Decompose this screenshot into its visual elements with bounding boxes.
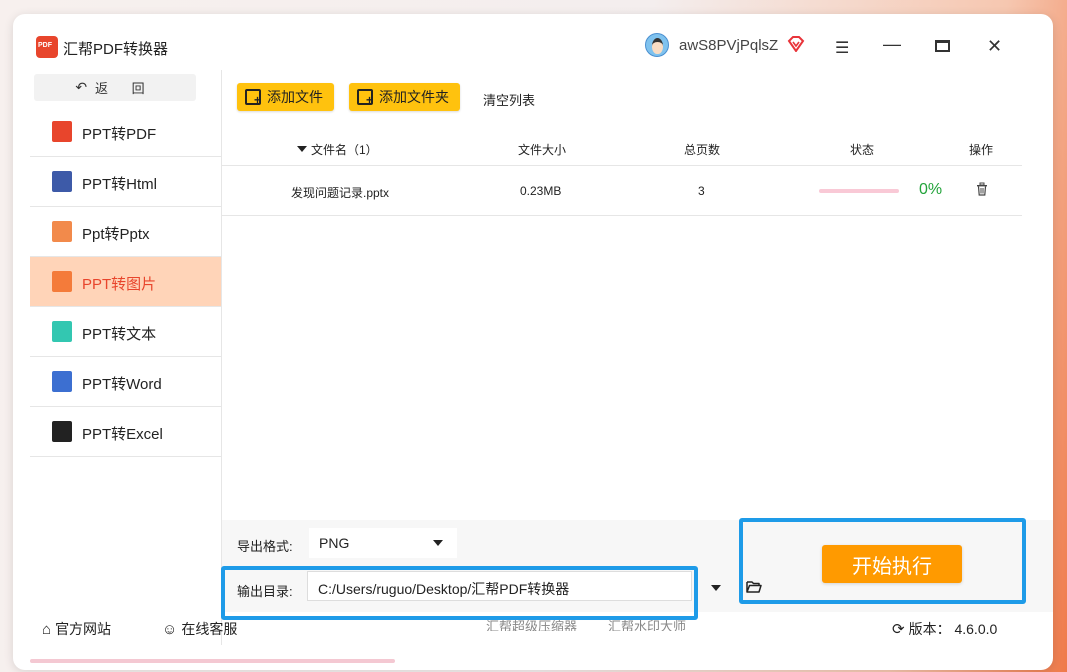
format-select[interactable]: PNG <box>309 528 457 558</box>
headset-icon: ☺ <box>162 620 178 638</box>
word-icon <box>52 371 72 392</box>
clear-list-button[interactable]: 清空列表 <box>483 90 535 109</box>
customer-service-link[interactable]: ☺ 在线客服 <box>162 619 237 639</box>
sidebar-item-label: PPT转文本 <box>82 326 157 343</box>
trash-icon[interactable] <box>976 182 988 196</box>
gif-icon <box>52 421 72 442</box>
sidebar-item-label: Ppt转Pptx <box>82 226 150 243</box>
app-window: PDF 汇帮PDF转换器 awS8PVjPqlsZ ☰ — ✕ ↶ 返 回 PP… <box>13 14 1053 670</box>
page-count: 3 <box>698 184 705 198</box>
header-name[interactable]: 文件名（1） <box>297 141 378 158</box>
output-dir-highlight <box>221 566 698 620</box>
sidebar-item-0[interactable]: PPT转PDF <box>30 107 221 157</box>
website-link[interactable]: ⌂ 官方网站 <box>42 619 111 639</box>
text-icon <box>52 321 72 342</box>
title-bar: PDF 汇帮PDF转换器 awS8PVjPqlsZ ☰ — ✕ <box>13 14 1053 70</box>
horizontal-scrollbar[interactable] <box>30 659 395 663</box>
html-icon <box>52 171 72 192</box>
hamburger-menu-icon[interactable]: ☰ <box>835 38 849 58</box>
chevron-down-icon <box>433 540 443 546</box>
sidebar-item-label: PPT转Html <box>82 176 158 193</box>
progress-percent: 0% <box>919 181 943 198</box>
username[interactable]: awS8PVjPqlsZ <box>679 37 778 54</box>
add-folder-button[interactable]: 添加文件夹 <box>349 83 460 111</box>
header-status: 状态 <box>850 143 875 157</box>
back-button[interactable]: ↶ 返 回 <box>34 74 196 101</box>
add-file-icon <box>245 89 261 107</box>
version-info[interactable]: ⟳ 版本： 4.6.0.0 <box>892 619 997 639</box>
minimize-icon[interactable]: — <box>883 34 901 55</box>
start-button[interactable]: 开始执行 <box>822 545 962 583</box>
sidebar-item-label: PPT转图片 <box>82 276 157 293</box>
pdf-icon <box>52 121 72 142</box>
sidebar-item-label: PPT转Excel <box>82 426 163 443</box>
sidebar-item-label: PPT转PDF <box>82 126 157 143</box>
watermark-link[interactable]: 汇帮水印大师 <box>608 619 686 631</box>
sidebar-item-label: PPT转Word <box>82 376 162 393</box>
user-avatar[interactable] <box>645 33 669 57</box>
add-folder-label: 添加文件夹 <box>379 89 449 105</box>
image-icon <box>52 271 72 292</box>
sidebar-item-1[interactable]: PPT转Html <box>30 157 221 207</box>
back-arrow-icon: ↶ <box>75 79 88 95</box>
sidebar-item-4[interactable]: PPT转文本 <box>30 307 221 357</box>
close-icon[interactable]: ✕ <box>987 36 1002 57</box>
sidebar-item-5[interactable]: PPT转Word <box>30 357 221 407</box>
format-label: 导出格式: <box>237 539 293 554</box>
dir-dropdown-icon[interactable] <box>711 585 721 591</box>
file-size: 0.23MB <box>520 184 562 198</box>
progress-bar <box>819 189 899 193</box>
header-size: 文件大小 <box>518 143 567 157</box>
back-label: 返 回 <box>95 81 155 96</box>
pptx-icon <box>52 221 72 242</box>
refresh-icon: ⟳ <box>892 621 905 638</box>
vip-diamond-icon[interactable] <box>787 36 805 52</box>
sidebar: ↶ 返 回 PPT转PDF PPT转Html Ppt转Pptx PPT转图片 PPT转文… <box>30 70 221 602</box>
sort-down-icon <box>297 146 307 152</box>
sidebar-item-6[interactable]: PPT转Excel <box>30 407 221 457</box>
app-title: 汇帮PDF转换器 <box>63 41 169 58</box>
sidebar-item-3[interactable]: PPT转图片 <box>30 257 221 307</box>
file-name: 发现问题记录.pptx <box>291 186 390 200</box>
compressor-link[interactable]: 汇帮超级压缩器 <box>486 619 577 631</box>
format-value: PNG <box>319 535 350 551</box>
table-header: 文件名（1） 文件大小 总页数 状态 操作 <box>222 132 1022 166</box>
add-folder-icon <box>357 89 373 107</box>
add-file-button[interactable]: 添加文件 <box>237 83 334 111</box>
table-row[interactable]: 发现问题记录.pptx 0.23MB 3 0% <box>222 166 1022 216</box>
header-pages: 总页数 <box>684 143 721 157</box>
home-icon: ⌂ <box>42 620 52 638</box>
sidebar-item-2[interactable]: Ppt转Pptx <box>30 207 221 257</box>
app-logo-icon: PDF <box>36 36 58 58</box>
maximize-icon[interactable] <box>935 40 950 52</box>
add-file-label: 添加文件 <box>267 89 323 105</box>
header-action: 操作 <box>969 143 994 157</box>
